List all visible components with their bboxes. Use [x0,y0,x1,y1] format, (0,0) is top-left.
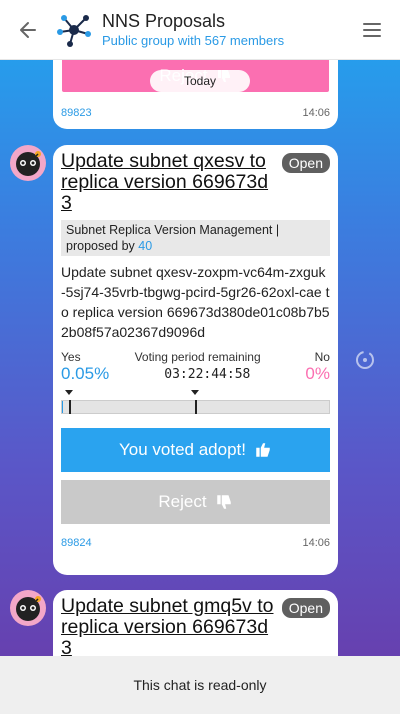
topic-text: Subnet Replica Version Management | prop… [66,223,280,253]
back-button[interactable] [0,0,56,60]
adopt-label: You voted adopt! [119,440,246,459]
back-arrow-icon [20,21,36,38]
menu-button[interactable] [344,0,400,60]
side-action[interactable] [354,349,376,371]
date-separator: Today [150,70,250,92]
proposer-link[interactable]: 40 [138,239,152,253]
majority-threshold-marker [69,400,71,414]
message-footer: 89823 14:06 [53,102,338,124]
reject-label: Reject [158,492,207,511]
message-time: 14:06 [302,537,330,549]
message-footer: 89824 14:06 [53,532,338,554]
hamburger-menu-icon [363,22,381,37]
reject-vote-button[interactable]: Reject [61,480,330,524]
header-text[interactable]: NNS Proposals Public group with 567 memb… [102,10,344,50]
group-avatar[interactable] [56,12,92,48]
thumbs-up-icon [254,441,272,459]
yes-percentage: 0.05% [61,364,110,383]
read-only-notice: This chat is read-only [0,656,400,714]
group-subtitle: Public group with 567 members [102,32,285,48]
proposal-card: Open Update subnet qxesv to replica vers… [53,145,338,575]
refresh-icon [356,351,374,369]
proposal-title-link[interactable]: Update subnet qxesv to replica version 6… [61,151,276,214]
remaining-label: Voting period remaining [134,350,261,364]
half-marker-caret [191,390,199,395]
vote-values: 0.05% 03:22:44:58 0% [61,364,330,384]
yes-label: Yes [61,350,81,364]
bot-avatar[interactable] [10,145,46,181]
chat-header: NNS Proposals Public group with 567 memb… [0,0,400,60]
group-name: NNS Proposals [102,10,226,31]
vote-progress [61,386,330,416]
message-time: 14:06 [302,107,330,119]
thumbs-down-icon [215,493,233,511]
majority-marker-caret [65,390,73,395]
status-badge: Open [281,598,330,618]
bot-avatar[interactable] [10,590,46,626]
vote-labels: Yes Voting period remaining No [61,350,330,364]
no-label: No [314,350,330,364]
message-id-link[interactable]: 89823 [61,107,92,119]
message-id-link[interactable]: 89824 [61,537,92,549]
bot-avatar-icon [10,145,46,181]
proposal-topic: Subnet Replica Version Management | prop… [61,220,330,256]
no-percentage: 0% [305,364,330,383]
voting-deadline: 03:22:44:58 [164,366,251,382]
bot-avatar-icon [10,590,46,626]
half-threshold-marker [195,400,197,414]
proposal-title-link[interactable]: Update subnet gmq5v to replica version 6… [61,596,276,659]
proposal-summary: Update subnet qxesv-zoxpm-vc64m-zxguk-5s… [61,264,330,340]
adopt-vote-button[interactable]: You voted adopt! [61,428,330,472]
status-badge: Open [281,153,330,173]
network-avatar-icon [57,14,91,47]
